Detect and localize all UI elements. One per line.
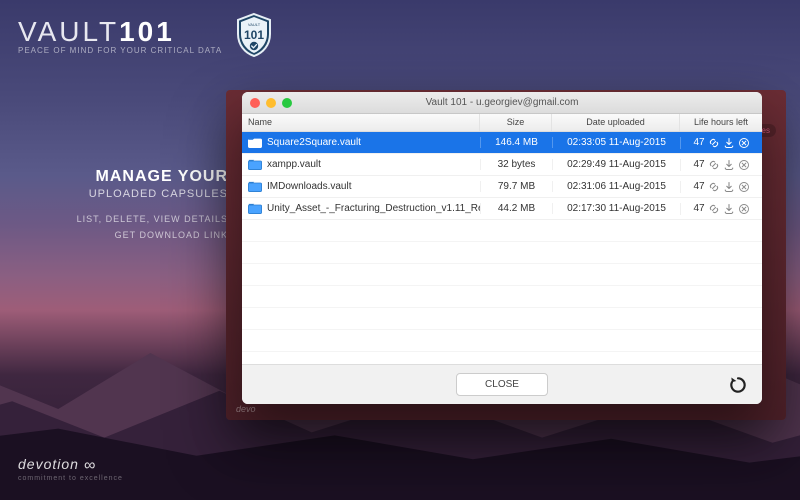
table-row-empty	[242, 242, 762, 264]
col-date-header[interactable]: Date uploaded	[552, 114, 680, 131]
table-body: Square2Square.vault 146.4 MB02:33:05 11-A…	[242, 132, 762, 364]
app-logo: VAULT101 PEACE OF MIND FOR YOUR CRITICAL…	[18, 12, 274, 58]
link-icon[interactable]	[708, 159, 720, 171]
download-icon[interactable]	[723, 137, 735, 149]
table-row[interactable]: xampp.vault 32 bytes02:29:49 11-Aug-2015 4…	[242, 154, 762, 176]
table-header: Name Size Date uploaded Life hours left	[242, 114, 762, 132]
background-footer: devo	[236, 404, 256, 414]
life-hours: 47	[693, 203, 704, 214]
refresh-icon	[728, 375, 748, 395]
file-size: 79.7 MB	[480, 181, 552, 192]
hero-copy: MANAGE YOUR UPLOADED CAPSULES LIST, DELE…	[18, 168, 228, 240]
infinity-icon: ∞	[84, 457, 96, 474]
footer-brand: devotion ∞ commitment to excellence	[18, 456, 123, 482]
titlebar[interactable]: Vault 101 - u.georgiev@gmail.com	[242, 92, 762, 114]
file-date: 02:29:49 11-Aug-2015	[552, 159, 680, 170]
table-row[interactable]: Square2Square.vault 146.4 MB02:33:05 11-A…	[242, 132, 762, 154]
delete-icon[interactable]	[738, 181, 750, 193]
shield-top-text: VAULT	[248, 22, 261, 27]
file-name: IMDownloads.vault	[267, 181, 351, 192]
table-row-empty	[242, 286, 762, 308]
file-size: 32 bytes	[480, 159, 552, 170]
file-name: xampp.vault	[267, 159, 321, 170]
capsules-window: Vault 101 - u.georgiev@gmail.com Name Si…	[242, 92, 762, 404]
table-row-empty	[242, 330, 762, 352]
window-footer: CLOSE	[242, 364, 762, 404]
logo-tagline: PEACE OF MIND FOR YOUR CRITICAL DATA	[18, 46, 222, 55]
life-hours: 47	[693, 181, 704, 192]
file-date: 02:31:06 11-Aug-2015	[552, 181, 680, 192]
hero-line2: UPLOADED CAPSULES	[18, 188, 228, 200]
window-title: Vault 101 - u.georgiev@gmail.com	[242, 97, 762, 108]
shield-num-text: 101	[244, 28, 264, 42]
link-icon[interactable]	[708, 203, 720, 215]
col-life-header[interactable]: Life hours left	[680, 114, 762, 131]
file-name: Square2Square.vault	[267, 137, 361, 148]
life-hours: 47	[693, 137, 704, 148]
hero-line1: MANAGE YOUR	[18, 168, 228, 186]
file-date: 02:33:05 11-Aug-2015	[552, 137, 680, 148]
download-icon[interactable]	[723, 203, 735, 215]
footer-brand-text: devotion	[18, 456, 79, 472]
close-button[interactable]: CLOSE	[456, 373, 548, 396]
col-name-header[interactable]: Name	[242, 114, 480, 131]
table-row[interactable]: Unity_Asset_-_Fracturing_Destruction_v1.…	[242, 198, 762, 220]
table-row-empty	[242, 264, 762, 286]
logo-number: 101	[119, 16, 175, 47]
table-row[interactable]: IMDownloads.vault 79.7 MB02:31:06 11-Aug-…	[242, 176, 762, 198]
table-row-empty	[242, 308, 762, 330]
hero-sub2: GET DOWNLOAD LINK	[18, 230, 228, 240]
link-icon[interactable]	[708, 181, 720, 193]
hero-sub1: LIST, DELETE, VIEW DETAILS	[18, 214, 228, 224]
col-size-header[interactable]: Size	[480, 114, 552, 131]
file-size: 146.4 MB	[480, 137, 552, 148]
link-icon[interactable]	[708, 137, 720, 149]
delete-icon[interactable]	[738, 137, 750, 149]
life-hours: 47	[693, 159, 704, 170]
download-icon[interactable]	[723, 181, 735, 193]
file-size: 44.2 MB	[480, 203, 552, 214]
file-date: 02:17:30 11-Aug-2015	[552, 203, 680, 214]
table-row-empty	[242, 220, 762, 242]
delete-icon[interactable]	[738, 159, 750, 171]
download-icon[interactable]	[723, 159, 735, 171]
file-name: Unity_Asset_-_Fracturing_Destruction_v1.…	[267, 203, 480, 214]
delete-icon[interactable]	[738, 203, 750, 215]
footer-tagline: commitment to excellence	[18, 475, 123, 482]
refresh-button[interactable]	[726, 373, 750, 397]
shield-icon: VAULT 101	[234, 12, 274, 58]
logo-text: VAULT101	[18, 16, 222, 48]
logo-word: VAULT	[18, 16, 119, 47]
